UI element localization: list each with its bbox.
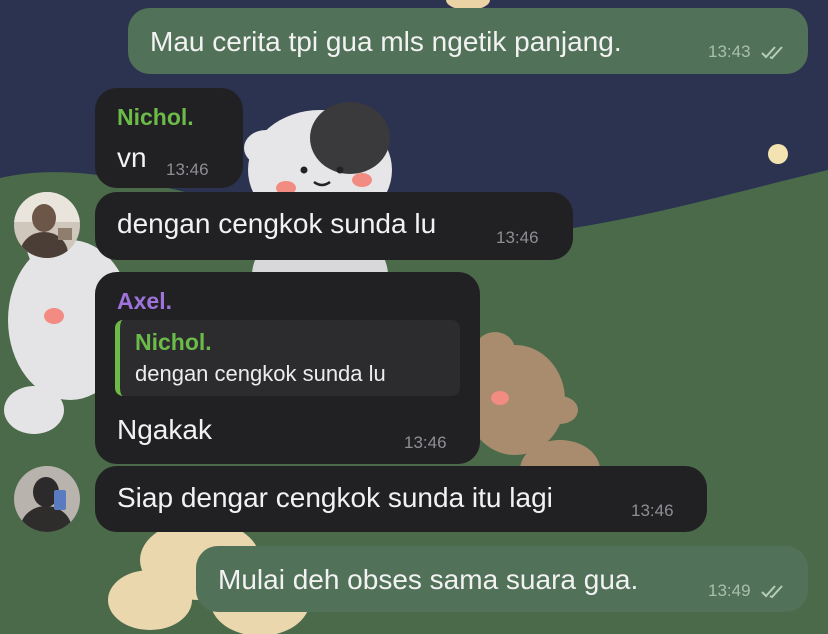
double-check-icon xyxy=(761,45,787,65)
message-bubble-incoming[interactable]: dengan cengkok sunda lu 13:46 xyxy=(95,192,573,260)
message-text: Mulai deh obses sama suara gua. xyxy=(218,564,639,595)
message-text: vn xyxy=(117,142,147,173)
message-time: 13:46 xyxy=(496,228,539,247)
double-check-icon xyxy=(761,584,787,604)
message-text: Ngakak xyxy=(117,414,212,445)
sender-name[interactable]: Axel. xyxy=(117,287,172,315)
sender-name[interactable]: Nichol. xyxy=(117,103,194,131)
avatar[interactable] xyxy=(14,192,80,258)
message-text: dengan cengkok sunda lu xyxy=(117,208,437,239)
reply-preview[interactable]: Nichol. dengan cengkok sunda lu xyxy=(115,320,460,396)
message-bubble-incoming[interactable]: Siap dengar cengkok sunda itu lagi 13:46 xyxy=(95,466,707,532)
message-time: 13:46 xyxy=(404,433,447,452)
message-meta: 13:49 xyxy=(708,581,787,604)
reply-sender-name: Nichol. xyxy=(135,329,212,355)
message-bubble-outgoing[interactable]: Mau cerita tpi gua mls ngetik panjang. 1… xyxy=(128,8,808,74)
message-time: 13:49 xyxy=(708,581,751,600)
message-text: Siap dengar cengkok sunda itu lagi xyxy=(117,482,553,513)
reply-text: dengan cengkok sunda lu xyxy=(135,361,386,386)
message-bubble-outgoing[interactable]: Mulai deh obses sama suara gua. 13:49 xyxy=(196,546,808,612)
message-bubble-incoming[interactable]: Nichol. vn 13:46 xyxy=(95,88,243,188)
message-meta: 13:43 xyxy=(708,42,787,65)
message-time: 13:43 xyxy=(708,42,751,61)
message-time: 13:46 xyxy=(166,160,209,179)
message-time: 13:46 xyxy=(631,501,674,520)
avatar[interactable] xyxy=(14,466,80,532)
message-bubble-incoming[interactable]: Axel. Nichol. dengan cengkok sunda lu Ng… xyxy=(95,272,480,464)
message-text: Mau cerita tpi gua mls ngetik panjang. xyxy=(150,26,622,57)
